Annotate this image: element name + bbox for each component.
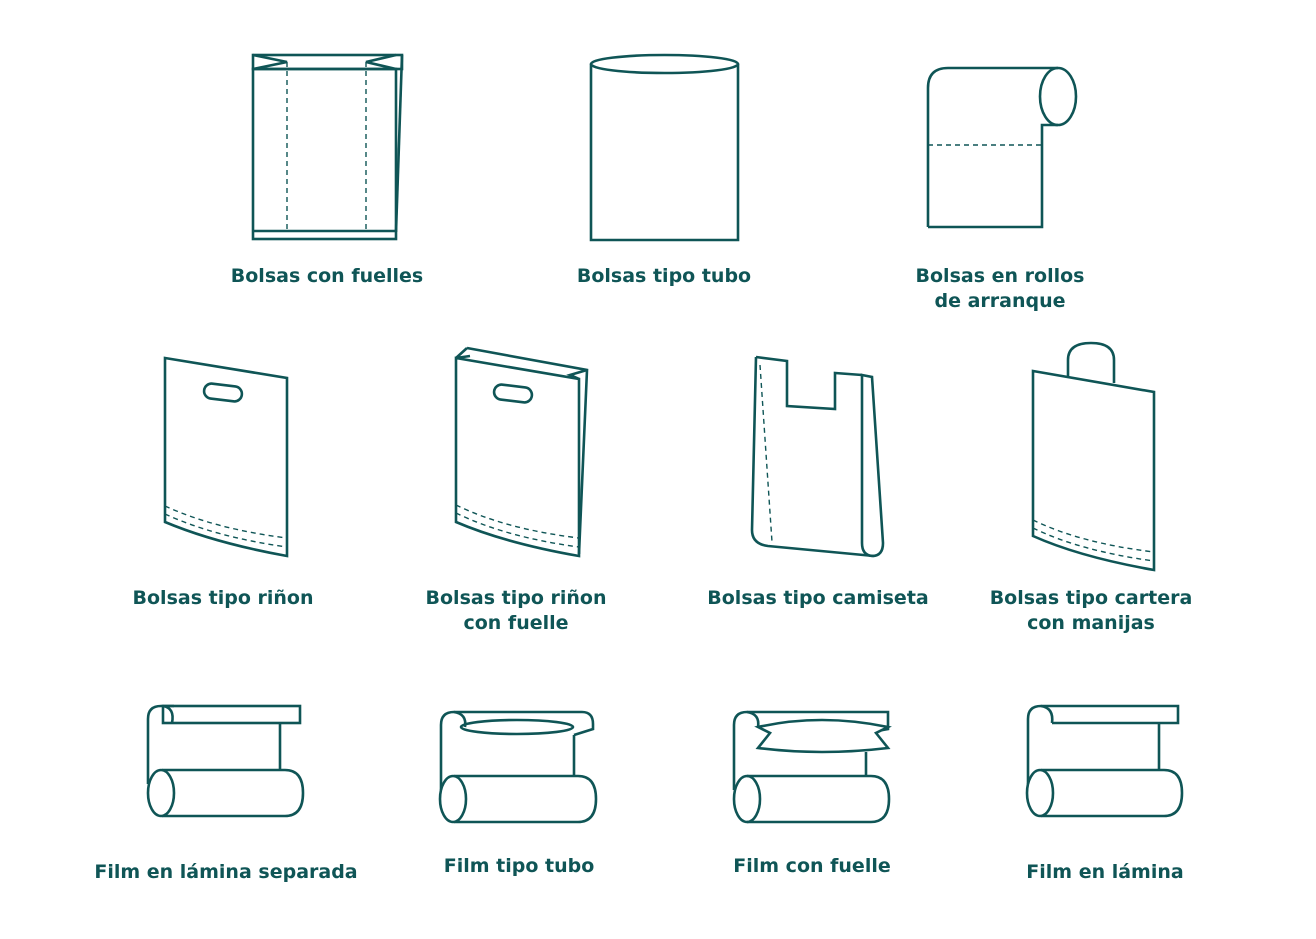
caption-roll-bags: Bolsas en rollos de arranque	[915, 265, 1085, 312]
caption-loop-handle-bags: Bolsas tipo cartera con manijas	[989, 587, 1193, 634]
caption-separated-sheet-film: Film en lámina separada	[94, 861, 358, 883]
gusseted-bag-icon	[251, 53, 404, 241]
separated-sheet-film-icon	[146, 704, 305, 818]
sheet-film-icon	[1025, 704, 1184, 818]
die-cut-bag-icon	[163, 356, 289, 558]
packaging-types-illustration	[146, 53, 1184, 824]
tube-film-icon	[438, 710, 598, 824]
gusseted-film-icon	[732, 710, 892, 824]
caption-tube-film: Film tipo tubo	[443, 855, 595, 877]
caption-sheet-film: Film en lámina	[1026, 861, 1184, 883]
caption-die-cut-bags: Bolsas tipo riñon	[132, 587, 314, 609]
die-cut-gusset-bag-icon	[454, 346, 589, 558]
loop-handle-bag-icon	[1031, 341, 1156, 572]
caption-die-cut-gusset-bags: Bolsas tipo riñon con fuelle	[425, 587, 607, 634]
caption-tube-bags: Bolsas tipo tubo	[576, 265, 752, 287]
t-shirt-bag-icon	[750, 355, 885, 558]
caption-gusseted-bags: Bolsas con fuelles	[230, 265, 424, 287]
roll-bag-icon	[926, 66, 1078, 229]
caption-t-shirt-bags: Bolsas tipo camiseta	[707, 587, 929, 609]
caption-gusseted-film: Film con fuelle	[733, 855, 891, 877]
tube-bag-icon	[589, 53, 740, 242]
